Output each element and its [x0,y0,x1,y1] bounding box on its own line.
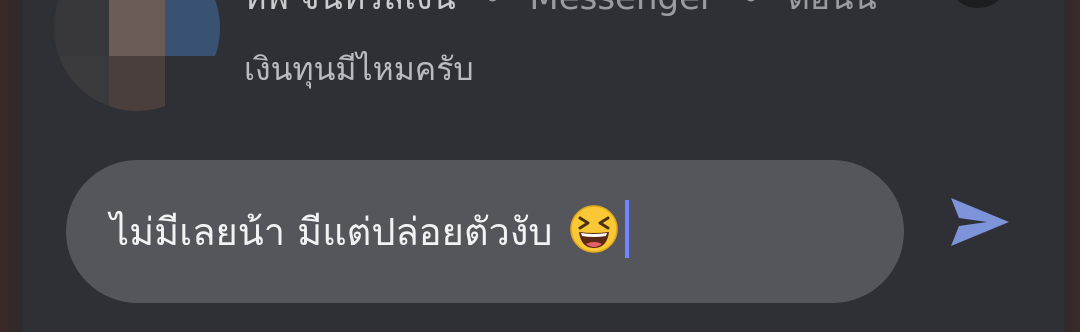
separator: • [483,0,503,18]
notification-time: ตอนนี้ [788,0,877,18]
expand-button[interactable] [950,0,1006,8]
message-preview: เงินทุนมีไหมครับ [244,50,474,88]
background-edge-left [0,0,22,332]
text-cursor [624,199,629,258]
notification-panel: ทิพ จันทร์สีเงิน • Messenger • ตอนนี้ เง… [22,0,1064,332]
avatar [54,0,220,111]
laughing-face-emoji [569,204,619,254]
separator: • [741,0,761,18]
reply-input[interactable]: ไม่มีเลยน้า มีแต่ปล่อยตัวงับ [66,160,904,303]
sender-name: ทิพ จันทร์สีเงิน [244,0,456,18]
send-icon [951,198,1009,246]
send-button[interactable] [948,194,1012,250]
app-name: Messenger [529,0,714,18]
background-edge-right [1064,0,1080,332]
notification-header: ทิพ จันทร์สีเงิน • Messenger • ตอนนี้ [244,0,877,24]
reply-input-text: ไม่มีเลยน้า มีแต่ปล่อยตัวงับ [110,210,553,254]
